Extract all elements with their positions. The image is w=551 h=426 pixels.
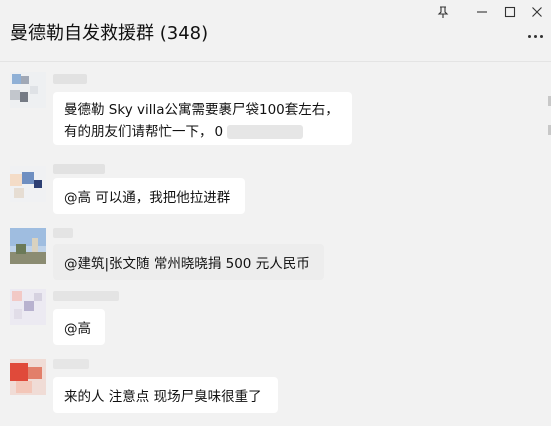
avatar[interactable] bbox=[10, 72, 46, 108]
avatar[interactable] bbox=[10, 228, 46, 264]
message-item: @建筑|张文随 常州晓晓捐 500 元人民币 bbox=[0, 226, 540, 282]
sender-name-redacted bbox=[53, 74, 87, 84]
maximize-icon[interactable] bbox=[500, 4, 520, 20]
message-bubble[interactable]: 来的人 注意点 现场尸臭味很重了 bbox=[53, 377, 278, 413]
message-item: @高 bbox=[0, 287, 540, 345]
message-text: @建筑|张文随 常州晓晓捐 500 元人民币 bbox=[64, 256, 310, 272]
message-text: 来的人 注意点 现场尸臭味很重了 bbox=[64, 389, 262, 405]
message-bubble[interactable]: @建筑|张文随 常州晓晓捐 500 元人民币 bbox=[53, 244, 324, 280]
message-item: @高 可以通，我把他拉进群 bbox=[0, 162, 540, 214]
close-icon[interactable] bbox=[527, 4, 547, 20]
message-line: 有的朋友们请帮忙一下， 0 bbox=[64, 121, 341, 143]
pin-icon[interactable] bbox=[433, 4, 453, 20]
redacted-text bbox=[227, 125, 304, 139]
message-tail: 0 bbox=[214, 124, 224, 140]
message-item: 来的人 注意点 现场尸臭味很重了 bbox=[0, 357, 540, 417]
message-line: 曼德勒 Sky villa公寓需要裹尸袋100套左右， bbox=[64, 102, 339, 118]
message-bubble[interactable]: @高 bbox=[53, 309, 105, 345]
avatar[interactable] bbox=[10, 359, 46, 395]
chat-header: 曼德勒自发救援群 (348) bbox=[0, 0, 551, 62]
message-text: @高 可以通，我把他拉进群 bbox=[64, 190, 231, 206]
sender-name-redacted bbox=[53, 164, 105, 174]
sender-name-redacted bbox=[53, 228, 73, 238]
avatar[interactable] bbox=[10, 289, 46, 325]
message-bubble[interactable]: 曼德勒 Sky villa公寓需要裹尸袋100套左右， 有的朋友们请帮忙一下， 0 bbox=[53, 92, 352, 145]
sender-name-redacted bbox=[53, 291, 119, 301]
message-text: @高 bbox=[64, 321, 91, 337]
more-options-icon[interactable] bbox=[525, 30, 545, 42]
chat-title: 曼德勒自发救援群 (348) bbox=[10, 23, 209, 44]
sender-name-redacted bbox=[53, 359, 89, 369]
avatar[interactable] bbox=[10, 166, 46, 202]
minimize-icon[interactable] bbox=[472, 4, 492, 20]
message-bubble[interactable]: @高 可以通，我把他拉进群 bbox=[53, 178, 245, 214]
message-item: 曼德勒 Sky villa公寓需要裹尸袋100套左右， 有的朋友们请帮忙一下， 0 bbox=[0, 72, 540, 152]
